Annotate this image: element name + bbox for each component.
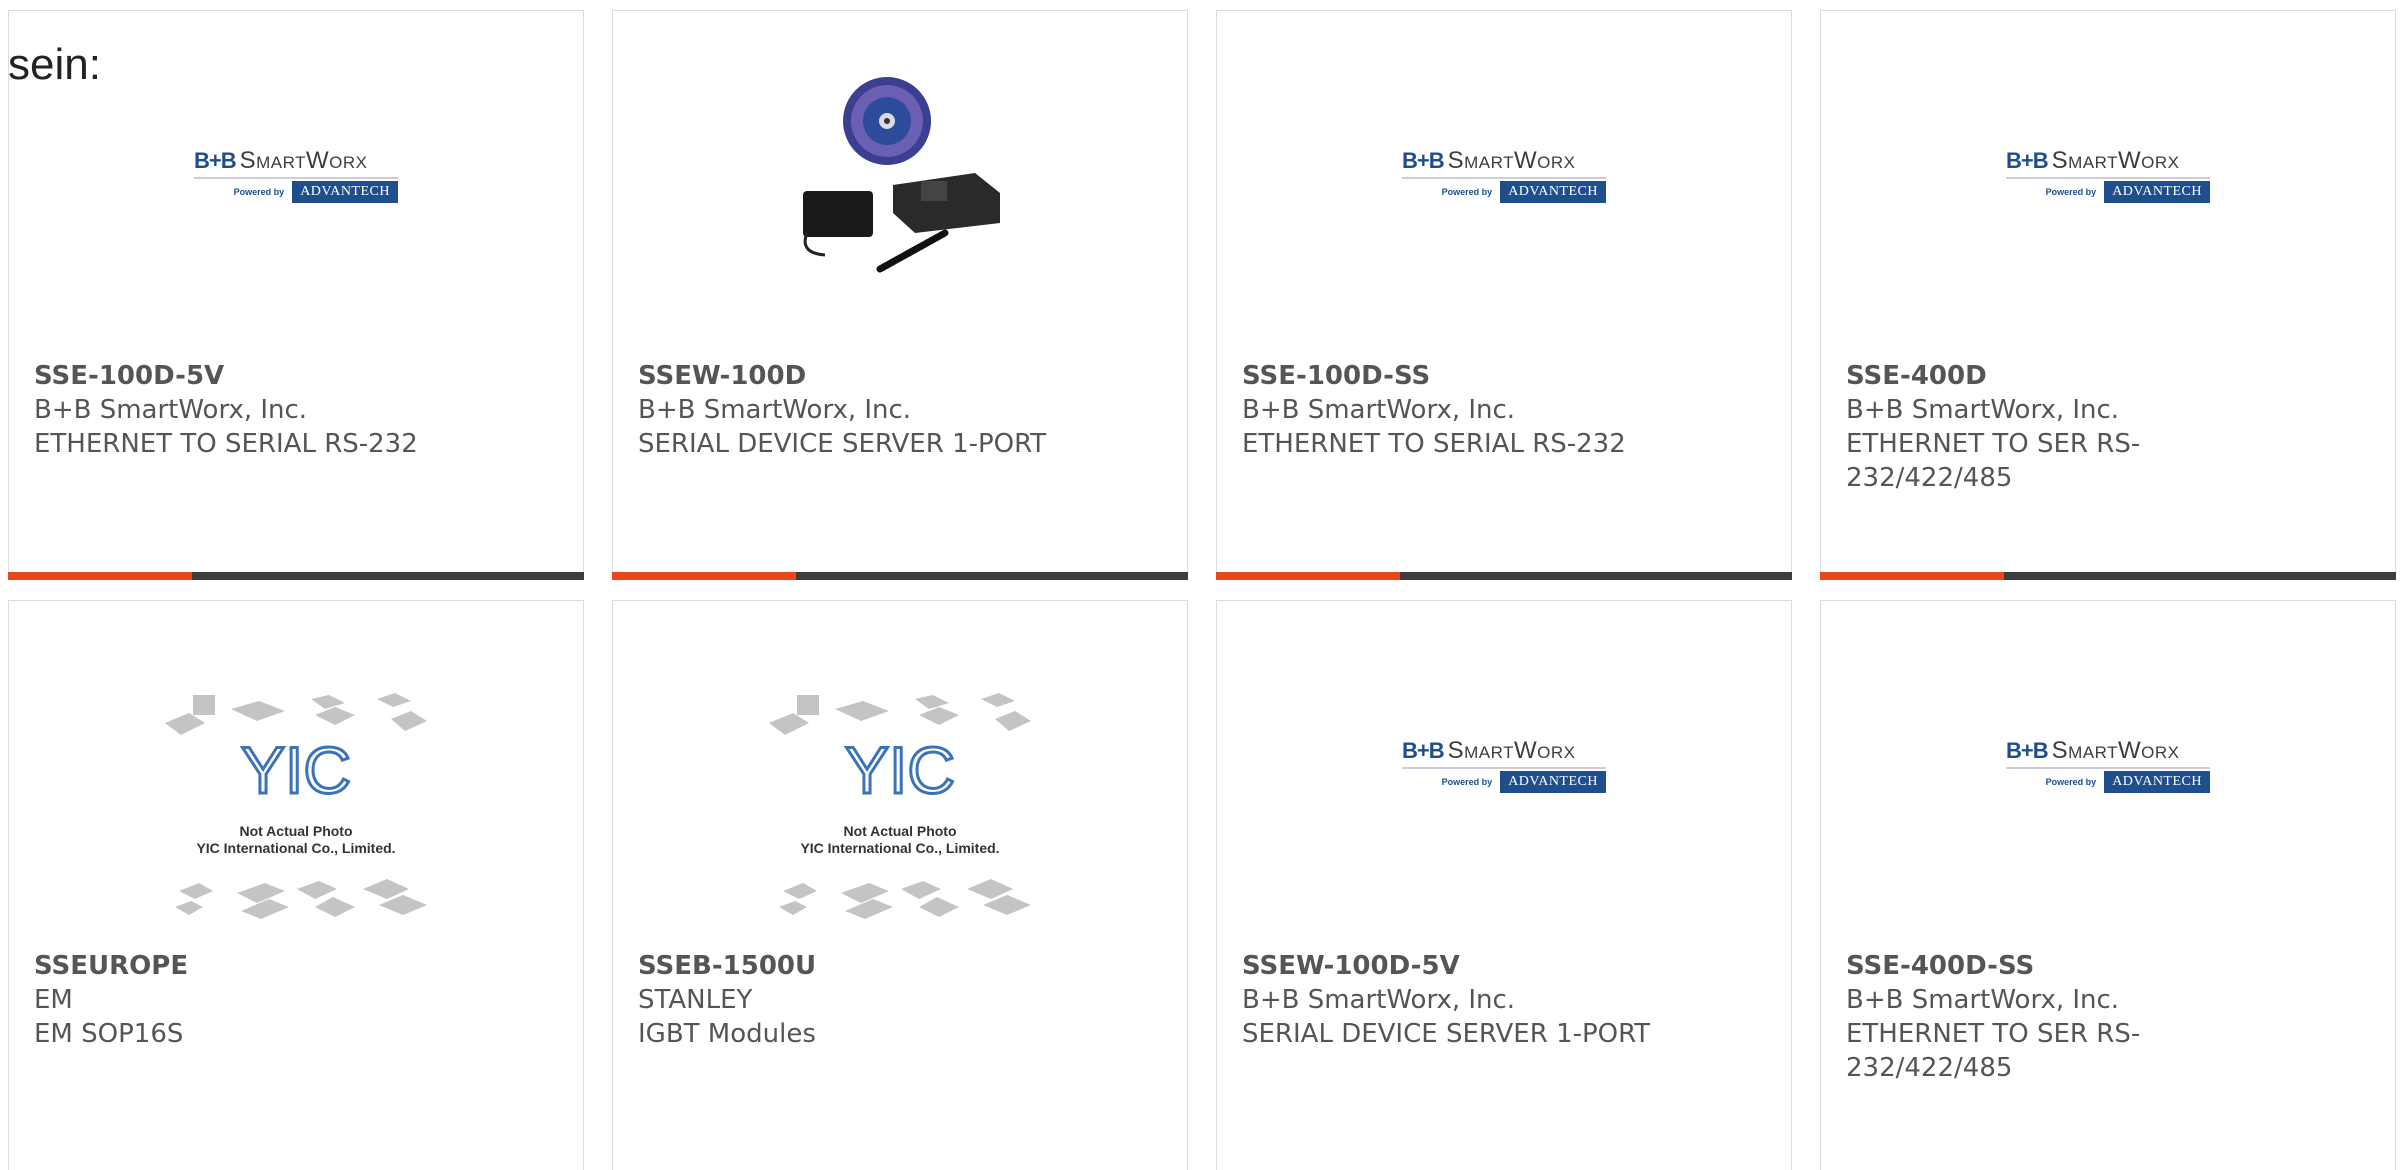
yic-line-2: YIC International Co., Limited. xyxy=(800,840,1000,856)
part-number-link[interactable]: SSEW-100D-5V xyxy=(1242,949,1767,983)
bb-word: SmartWorx xyxy=(1447,737,1576,764)
logo-divider xyxy=(1402,177,1606,179)
manufacturer-name: B+B SmartWorx, Inc. xyxy=(34,395,308,425)
svg-text:YIC: YIC xyxy=(845,733,955,807)
part-number-link[interactable]: SSEUROPE xyxy=(34,949,559,983)
part-number-link[interactable]: SSE-400D-SS xyxy=(1846,949,2245,983)
card-accent-bar xyxy=(1216,572,1792,580)
manufacturer-name: B+B SmartWorx, Inc. xyxy=(1846,985,2120,1015)
product-image[interactable]: B+B SmartWorx Powered by ADVANTECH xyxy=(1217,59,1791,291)
bb-smartworx-logo: B+B SmartWorx Powered by ADVANTECH xyxy=(194,147,398,203)
bb-mark: B+B xyxy=(2006,148,2049,173)
manufacturer-name: STANLEY xyxy=(638,985,753,1015)
bb-word: SmartWorx xyxy=(2051,737,2180,764)
product-image[interactable]: YIC Not Actual Photo YIC International C… xyxy=(9,693,583,925)
yic-line-1: Not Actual Photo xyxy=(239,823,353,839)
bb-mark: B+B xyxy=(2006,738,2049,763)
product-card[interactable]: B+B SmartWorx Powered by ADVANTECH SSEW-10… xyxy=(1216,600,1792,1170)
logo-divider xyxy=(194,177,398,179)
product-card[interactable]: YIC Not Actual Photo YIC International C… xyxy=(612,600,1188,1170)
product-description: EM SOP16S xyxy=(34,1019,184,1049)
advantech-badge: ADVANTECH xyxy=(1500,181,1606,203)
bb-powered: Powered by xyxy=(1441,777,1493,787)
device-server-photo xyxy=(803,77,1000,273)
yic-line-2: YIC International Co., Limited. xyxy=(196,840,396,856)
advantech-badge: ADVANTECH xyxy=(2104,181,2210,203)
product-image[interactable]: B+B SmartWorx Powered by ADVANTECH xyxy=(1821,59,2395,291)
bb-powered: Powered by xyxy=(2045,187,2097,197)
logo-divider xyxy=(2006,767,2210,769)
chips-illustration-icon: YIC xyxy=(165,693,427,919)
product-card[interactable]: B+B SmartWorx Powered by ADVANTECH SSE-400… xyxy=(1820,600,2396,1170)
part-number-link[interactable]: SSE-100D-5V xyxy=(34,359,559,393)
bb-word: SmartWorx xyxy=(2051,147,2180,174)
product-description: IGBT Modules xyxy=(638,1019,816,1049)
part-number-link[interactable]: SSE-400D xyxy=(1846,359,2245,393)
bb-mark: B+B xyxy=(194,148,237,173)
product-description: SERIAL DEVICE SERVER 1-PORT xyxy=(638,429,1047,459)
yic-placeholder-image: YIC Not Actual Photo YIC International C… xyxy=(769,693,1031,925)
product-description: ETHERNET TO SER RS-232/422/485 xyxy=(1846,1019,2141,1083)
advantech-badge: ADVANTECH xyxy=(292,181,398,203)
product-card[interactable]: B+B SmartWorx Powered by ADVANTECH SSE-400… xyxy=(1820,10,2396,580)
product-image[interactable]: B+B SmartWorx Powered by ADVANTECH xyxy=(1217,649,1791,881)
product-card[interactable]: B+B SmartWorx Powered by ADVANTECH SSE-100… xyxy=(8,10,584,580)
bb-mark: B+B xyxy=(1402,148,1445,173)
card-accent-bar xyxy=(8,572,584,580)
yic-placeholder-image: YIC Not Actual Photo YIC International C… xyxy=(165,693,427,925)
svg-text:YIC: YIC xyxy=(241,733,351,807)
product-description: ETHERNET TO SERIAL RS-232 xyxy=(1242,429,1626,459)
bb-smartworx-logo: B+B SmartWorx Powered by ADVANTECH xyxy=(1402,147,1606,203)
product-image[interactable]: B+B SmartWorx Powered by ADVANTECH xyxy=(1821,649,2395,881)
page-intro-text: sein: xyxy=(8,40,101,89)
bb-word: SmartWorx xyxy=(239,147,368,174)
card-accent-bar xyxy=(612,572,1188,580)
yic-line-1: Not Actual Photo xyxy=(843,823,957,839)
advantech-badge: ADVANTECH xyxy=(1500,771,1606,793)
product-image[interactable]: YIC Not Actual Photo YIC International C… xyxy=(613,693,1187,925)
manufacturer-name: EM xyxy=(34,985,73,1015)
manufacturer-name: B+B SmartWorx, Inc. xyxy=(1846,395,2120,425)
chips-illustration-icon: YIC xyxy=(769,693,1031,919)
product-image[interactable]: B+B SmartWorx Powered by ADVANTECH xyxy=(9,59,583,291)
product-image[interactable] xyxy=(613,59,1187,291)
bb-smartworx-logo: B+B SmartWorx Powered by ADVANTECH xyxy=(2006,737,2210,793)
bb-smartworx-logo: B+B SmartWorx Powered by ADVANTECH xyxy=(1402,737,1606,793)
product-description: ETHERNET TO SERIAL RS-232 xyxy=(34,429,418,459)
manufacturer-name: B+B SmartWorx, Inc. xyxy=(1242,395,1516,425)
product-description: SERIAL DEVICE SERVER 1-PORT xyxy=(1242,1019,1651,1049)
logo-divider xyxy=(2006,177,2210,179)
bb-powered: Powered by xyxy=(1441,187,1493,197)
bb-smartworx-logo: B+B SmartWorx Powered by ADVANTECH xyxy=(2006,147,2210,203)
yic-caption: Not Actual Photo YIC International Co., … xyxy=(165,823,427,857)
product-description: ETHERNET TO SER RS-232/422/485 xyxy=(1846,429,2141,493)
manufacturer-name: B+B SmartWorx, Inc. xyxy=(1242,985,1516,1015)
yic-caption: Not Actual Photo YIC International Co., … xyxy=(769,823,1031,857)
bb-mark: B+B xyxy=(1402,738,1445,763)
bb-powered: Powered by xyxy=(2045,777,2097,787)
bb-word: SmartWorx xyxy=(1447,147,1576,174)
part-number-link[interactable]: SSEB-1500U xyxy=(638,949,1163,983)
logo-divider xyxy=(1402,767,1606,769)
product-card[interactable]: YIC Not Actual Photo YIC International C… xyxy=(8,600,584,1170)
product-card[interactable]: SSEW-100D B+B SmartWorx, Inc. SERIAL DEV… xyxy=(612,10,1188,580)
card-accent-bar xyxy=(1820,572,2396,580)
bb-powered: Powered by xyxy=(233,187,285,197)
advantech-badge: ADVANTECH xyxy=(2104,771,2210,793)
product-card[interactable]: B+B SmartWorx Powered by ADVANTECH SSE-100… xyxy=(1216,10,1792,580)
manufacturer-name: B+B SmartWorx, Inc. xyxy=(638,395,912,425)
part-number-link[interactable]: SSE-100D-SS xyxy=(1242,359,1767,393)
part-number-link[interactable]: SSEW-100D xyxy=(638,359,1163,393)
